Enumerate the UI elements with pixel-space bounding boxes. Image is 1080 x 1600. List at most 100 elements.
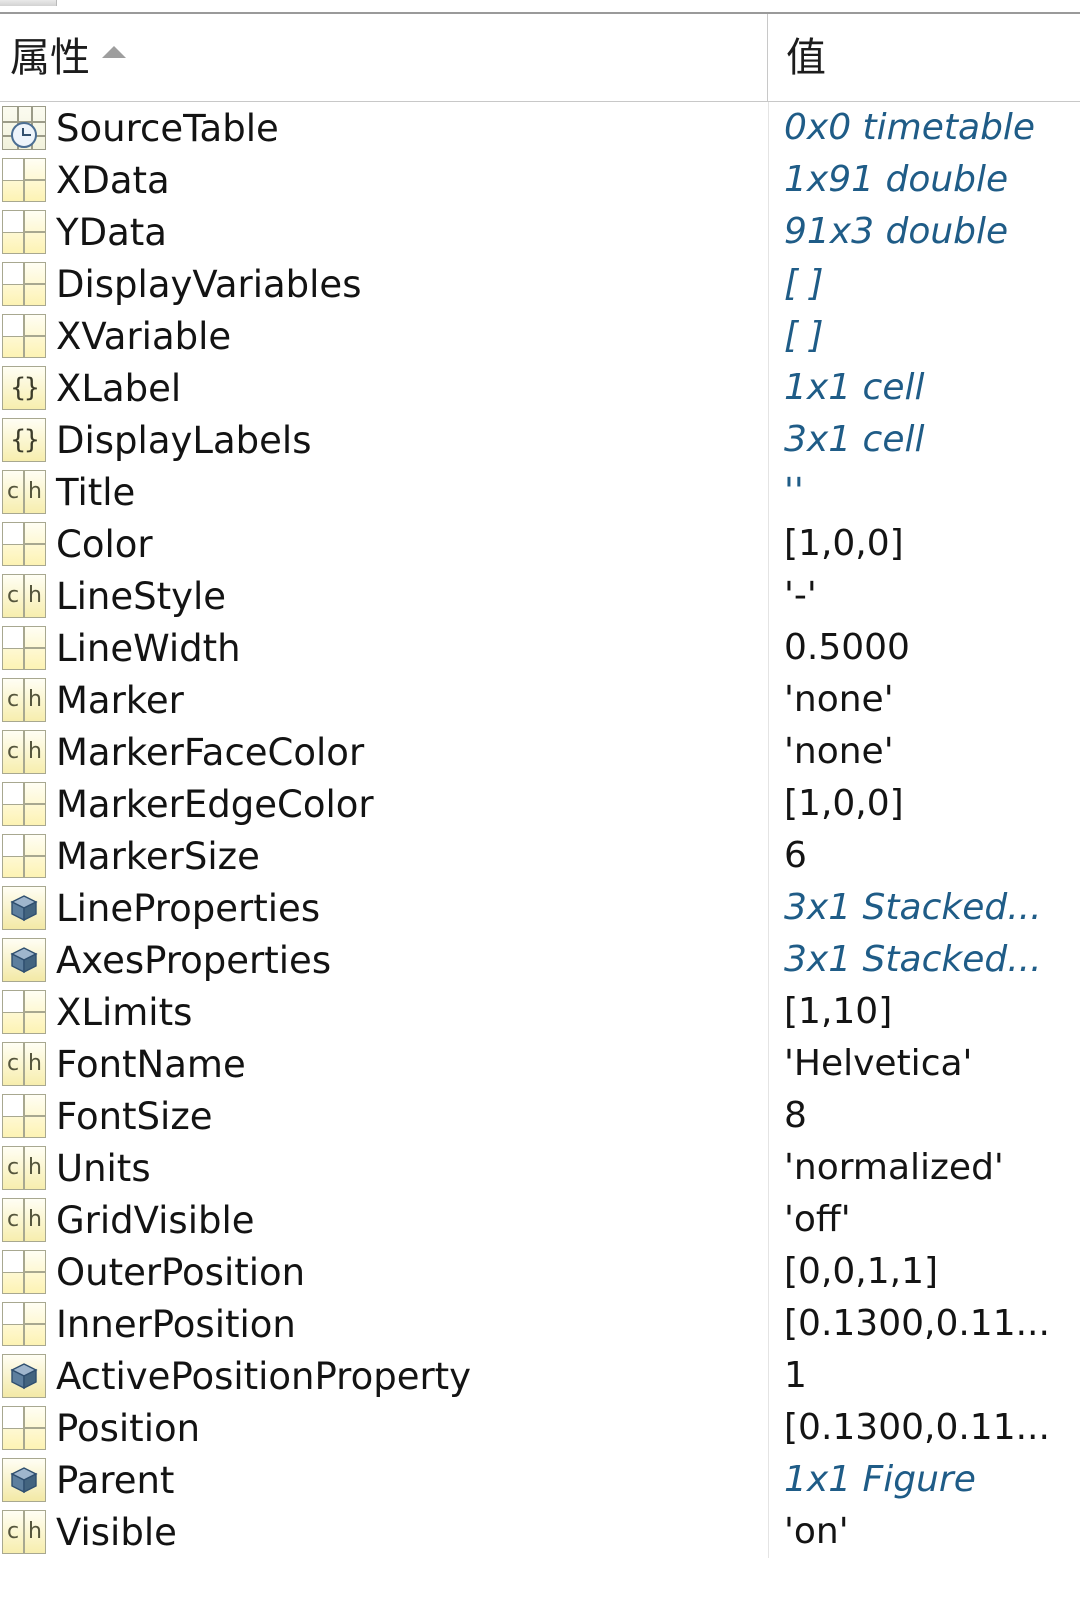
property-value-cell[interactable]: [1,0,0] [768,778,1080,830]
property-value-cell[interactable]: 1x91 double [768,154,1080,206]
table-row[interactable]: OuterPosition [0,0,1,1] [0,1246,1080,1298]
table-row[interactable]: c h Title '' [0,466,1080,518]
table-row[interactable]: InnerPosition [0.1300,0.11... [0,1298,1080,1350]
property-value-cell[interactable]: 'none' [768,674,1080,726]
property-name-cell[interactable]: {} XLabel [0,362,768,414]
table-row[interactable]: SourceTable 0x0 timetable [0,102,1080,154]
property-name-cell[interactable]: c h FontName [0,1038,768,1090]
property-value-cell[interactable]: [0.1300,0.11... [768,1298,1080,1350]
property-name-cell[interactable]: {} DisplayLabels [0,414,768,466]
array-icon [2,210,46,254]
table-row[interactable]: LineWidth 0.5000 [0,622,1080,674]
table-row[interactable]: Color [1,0,0] [0,518,1080,570]
property-name-cell[interactable]: LineProperties [0,882,768,934]
property-value-cell[interactable]: [ ] [768,258,1080,310]
property-name-cell[interactable]: LineWidth [0,622,768,674]
table-row[interactable]: XLimits [1,10] [0,986,1080,1038]
table-row[interactable]: c h Marker'none' [0,674,1080,726]
table-row[interactable]: c h FontName 'Helvetica' [0,1038,1080,1090]
table-row[interactable]: AxesProperties 3x1 Stacked... [0,934,1080,986]
property-value-cell[interactable]: [1,10] [768,986,1080,1038]
property-name-label: DisplayVariables [56,262,362,306]
table-row[interactable]: {} DisplayLabels 3x1 cell [0,414,1080,466]
property-value-text: 'normalized' [784,1147,1004,1188]
property-value-cell[interactable]: 6 [768,830,1080,882]
property-value-cell[interactable]: 'normalized' [768,1142,1080,1194]
sort-ascending-icon[interactable] [102,45,126,58]
property-value-cell[interactable]: 3x1 Stacked... [768,934,1080,986]
property-value-cell[interactable]: 1x1 Figure [768,1454,1080,1506]
property-name-cell[interactable]: c h MarkerFaceColor [0,726,768,778]
table-row[interactable]: MarkerEdgeColor [1,0,0] [0,778,1080,830]
table-row[interactable]: LineProperties 3x1 Stacked... [0,882,1080,934]
table-row[interactable]: XData 1x91 double [0,154,1080,206]
property-name-cell[interactable]: ActivePositionProperty [0,1350,768,1402]
property-value-cell[interactable]: 8 [768,1090,1080,1142]
property-name-cell[interactable]: c h Units [0,1142,768,1194]
property-value-cell[interactable]: 'Helvetica' [768,1038,1080,1090]
property-name-cell[interactable]: InnerPosition [0,1298,768,1350]
property-value-cell[interactable]: '-' [768,570,1080,622]
tab-stub[interactable] [0,0,57,6]
property-inspector-window: 属性 值 SourceTable 0x0 timetable XData 1x91 d… [0,0,1080,1600]
table-row[interactable]: {} XLabel 1x1 cell [0,362,1080,414]
cube-icon [10,1363,38,1390]
char-icon-c: c [3,1199,25,1241]
property-name-cell[interactable]: Parent [0,1454,768,1506]
property-name-cell[interactable]: XLimits [0,986,768,1038]
property-name-cell[interactable]: c h Marker [0,674,768,726]
property-name-cell[interactable]: Position [0,1402,768,1454]
property-name-cell[interactable]: c h LineStyle [0,570,768,622]
property-value-cell[interactable]: 3x1 cell [768,414,1080,466]
property-value-cell[interactable]: '' [768,466,1080,518]
table-row[interactable]: DisplayVariables [ ] [0,258,1080,310]
table-row[interactable]: Position [0.1300,0.11... [0,1402,1080,1454]
property-value-cell[interactable]: 0.5000 [768,622,1080,674]
property-name-cell[interactable]: MarkerSize [0,830,768,882]
property-name-cell[interactable]: FontSize [0,1090,768,1142]
table-row[interactable]: c h Visible'on' [0,1506,1080,1558]
column-divider[interactable] [768,102,769,1558]
property-name-cell[interactable]: XData [0,154,768,206]
property-value-cell[interactable]: 'off' [768,1194,1080,1246]
property-name-label: LineWidth [56,626,241,670]
property-name-cell[interactable]: AxesProperties [0,934,768,986]
property-name-cell[interactable]: c h GridVisible [0,1194,768,1246]
property-value-cell[interactable]: 1x1 cell [768,362,1080,414]
header-cell-value[interactable]: 值 [768,14,1080,101]
property-name-cell[interactable]: DisplayVariables [0,258,768,310]
property-name-cell[interactable]: Color [0,518,768,570]
table-row[interactable]: MarkerSize 6 [0,830,1080,882]
property-name-cell[interactable]: XVariable [0,310,768,362]
property-value-cell[interactable]: [ ] [768,310,1080,362]
table-row[interactable]: c h GridVisible 'off' [0,1194,1080,1246]
table-row[interactable]: Parent 1x1 Figure [0,1454,1080,1506]
property-name-cell[interactable]: SourceTable [0,102,768,154]
property-value-cell[interactable]: 1 [768,1350,1080,1402]
property-value-text: [1,0,0] [784,523,904,564]
property-value-cell[interactable]: 0x0 timetable [768,102,1080,154]
property-name-cell[interactable]: c h Title [0,466,768,518]
property-name-cell[interactable]: OuterPosition [0,1246,768,1298]
property-value-cell[interactable]: 'on' [768,1506,1080,1558]
table-row[interactable]: XVariable [ ] [0,310,1080,362]
header-cell-property[interactable]: 属性 [0,14,768,101]
table-row[interactable]: c h Units 'normalized' [0,1142,1080,1194]
cube-icon [10,895,38,922]
table-row[interactable]: ActivePositionProperty 1 [0,1350,1080,1402]
table-row[interactable]: YData 91x3 double [0,206,1080,258]
property-value-cell[interactable]: [0.1300,0.11... [768,1402,1080,1454]
property-name-cell[interactable]: MarkerEdgeColor [0,778,768,830]
property-name-cell[interactable]: YData [0,206,768,258]
property-name-cell[interactable]: c h Visible [0,1506,768,1558]
property-value-cell[interactable]: 3x1 Stacked... [768,882,1080,934]
property-value-cell[interactable]: [0,0,1,1] [768,1246,1080,1298]
property-value-text: 'off' [784,1199,851,1240]
property-name-label: LineProperties [56,886,321,930]
table-row[interactable]: c h MarkerFaceColor'none' [0,726,1080,778]
table-row[interactable]: c h LineStyle '-' [0,570,1080,622]
property-value-cell[interactable]: [1,0,0] [768,518,1080,570]
table-row[interactable]: FontSize 8 [0,1090,1080,1142]
property-value-cell[interactable]: 91x3 double [768,206,1080,258]
property-value-cell[interactable]: 'none' [768,726,1080,778]
